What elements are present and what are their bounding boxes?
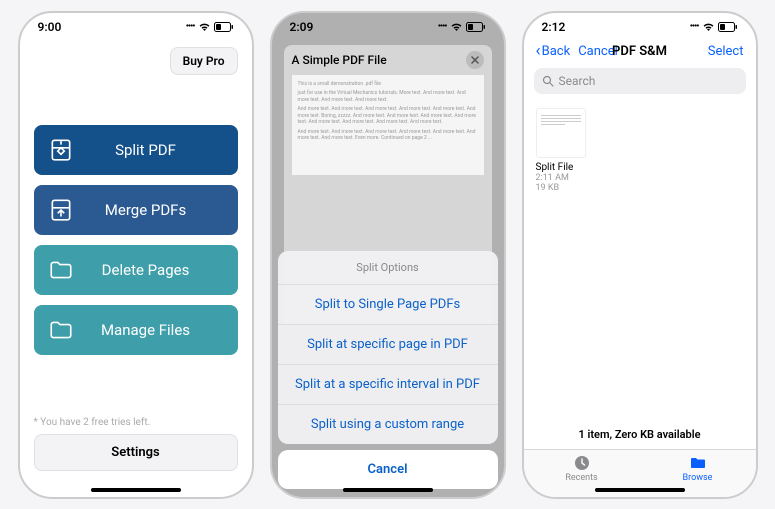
phone-home: 9:00 •••• Buy Pro Split PDF Merge PDFs D… [18, 11, 254, 499]
status-time: 9:00 [38, 20, 62, 34]
file-grid: Split File 2:11 AM 19 KB [524, 102, 756, 420]
folder-icon [689, 454, 707, 472]
search-icon [542, 75, 554, 87]
storage-status: 1 item, Zero KB available [524, 420, 756, 449]
tab-label: Browse [683, 473, 713, 483]
status-time: 2:09 [290, 20, 314, 34]
split-single-option[interactable]: Split to Single Page PDFs [278, 285, 498, 325]
merge-pdfs-label: Merge PDFs [68, 201, 224, 219]
pdf-body: And more text. And more text. And more t… [298, 106, 478, 126]
tab-browse[interactable]: Browse [640, 454, 756, 483]
pdf-page-preview: This is a small demonstration .pdf file … [292, 75, 484, 175]
file-item[interactable]: Split File 2:11 AM 19 KB [536, 108, 592, 195]
battery-icon [214, 22, 234, 32]
status-icons: •••• [438, 22, 486, 32]
status-bar: 9:00 •••• [20, 13, 252, 41]
status-time: 2:12 [542, 20, 566, 34]
split-pdf-button[interactable]: Split PDF [34, 125, 238, 175]
buy-pro-button[interactable]: Buy Pro [170, 47, 238, 75]
signal-icon: •••• [690, 22, 699, 32]
wifi-icon [198, 22, 211, 32]
search-placeholder: Search [559, 74, 596, 88]
cancel-button[interactable]: Cancel [278, 450, 498, 489]
wifi-icon [450, 22, 463, 32]
nav-bar: ‹ Back Cancel PDF S&M Select [524, 41, 756, 64]
home-indicator[interactable] [91, 488, 181, 492]
file-size: 19 KB [536, 183, 592, 194]
pdf-body: And more text. And more text. And more t… [298, 129, 478, 142]
trial-note: * You have 2 free tries left. [34, 417, 238, 428]
tab-recents[interactable]: Recents [524, 454, 640, 483]
home-indicator[interactable] [343, 488, 433, 492]
battery-icon [466, 22, 486, 32]
file-time: 2:11 AM [536, 173, 592, 184]
back-button[interactable]: ‹ Back [536, 43, 571, 60]
clock-icon [573, 454, 591, 472]
phone-files: 2:12 •••• ‹ Back Cancel PDF S&M Select S… [522, 11, 758, 499]
back-label: Back [542, 44, 571, 59]
chevron-left-icon: ‹ [536, 43, 541, 60]
sheet-title: Split Options [278, 251, 498, 285]
action-sheet: Split Options Split to Single Page PDFs … [278, 251, 498, 489]
split-interval-option[interactable]: Split at a specific interval in PDF [278, 365, 498, 405]
page-title: PDF S&M [612, 44, 667, 59]
battery-icon [718, 22, 738, 32]
close-icon [471, 56, 479, 64]
manage-files-button[interactable]: Manage Files [34, 305, 238, 355]
home-indicator[interactable] [595, 488, 685, 492]
file-name: Split File [536, 162, 592, 173]
split-specific-page-option[interactable]: Split at specific page in PDF [278, 325, 498, 365]
settings-button[interactable]: Settings [34, 434, 238, 471]
file-thumbnail-icon [536, 108, 586, 158]
signal-icon: •••• [186, 22, 195, 32]
merge-pdfs-button[interactable]: Merge PDFs [34, 185, 238, 235]
status-icons: •••• [186, 22, 234, 32]
signal-icon: •••• [438, 22, 447, 32]
delete-pages-button[interactable]: Delete Pages [34, 245, 238, 295]
wifi-icon [702, 22, 715, 32]
status-bar: 2:12 •••• [524, 13, 756, 41]
status-bar: 2:09 •••• [272, 13, 504, 41]
phone-split-options: 2:09 •••• A Simple PDF File This is a sm… [270, 11, 506, 499]
close-button[interactable] [466, 51, 484, 69]
delete-pages-label: Delete Pages [68, 261, 224, 279]
select-button[interactable]: Select [708, 44, 744, 59]
pdf-body: just for use in the Virtual Mechanics tu… [298, 90, 478, 103]
split-custom-range-option[interactable]: Split using a custom range [278, 405, 498, 444]
status-icons: •••• [690, 22, 738, 32]
tab-label: Recents [565, 473, 597, 483]
search-input[interactable]: Search [534, 68, 746, 94]
split-pdf-label: Split PDF [68, 141, 224, 159]
manage-files-label: Manage Files [68, 321, 224, 339]
pdf-title: A Simple PDF File [292, 53, 387, 67]
pdf-subtitle: This is a small demonstration .pdf file [298, 81, 478, 88]
